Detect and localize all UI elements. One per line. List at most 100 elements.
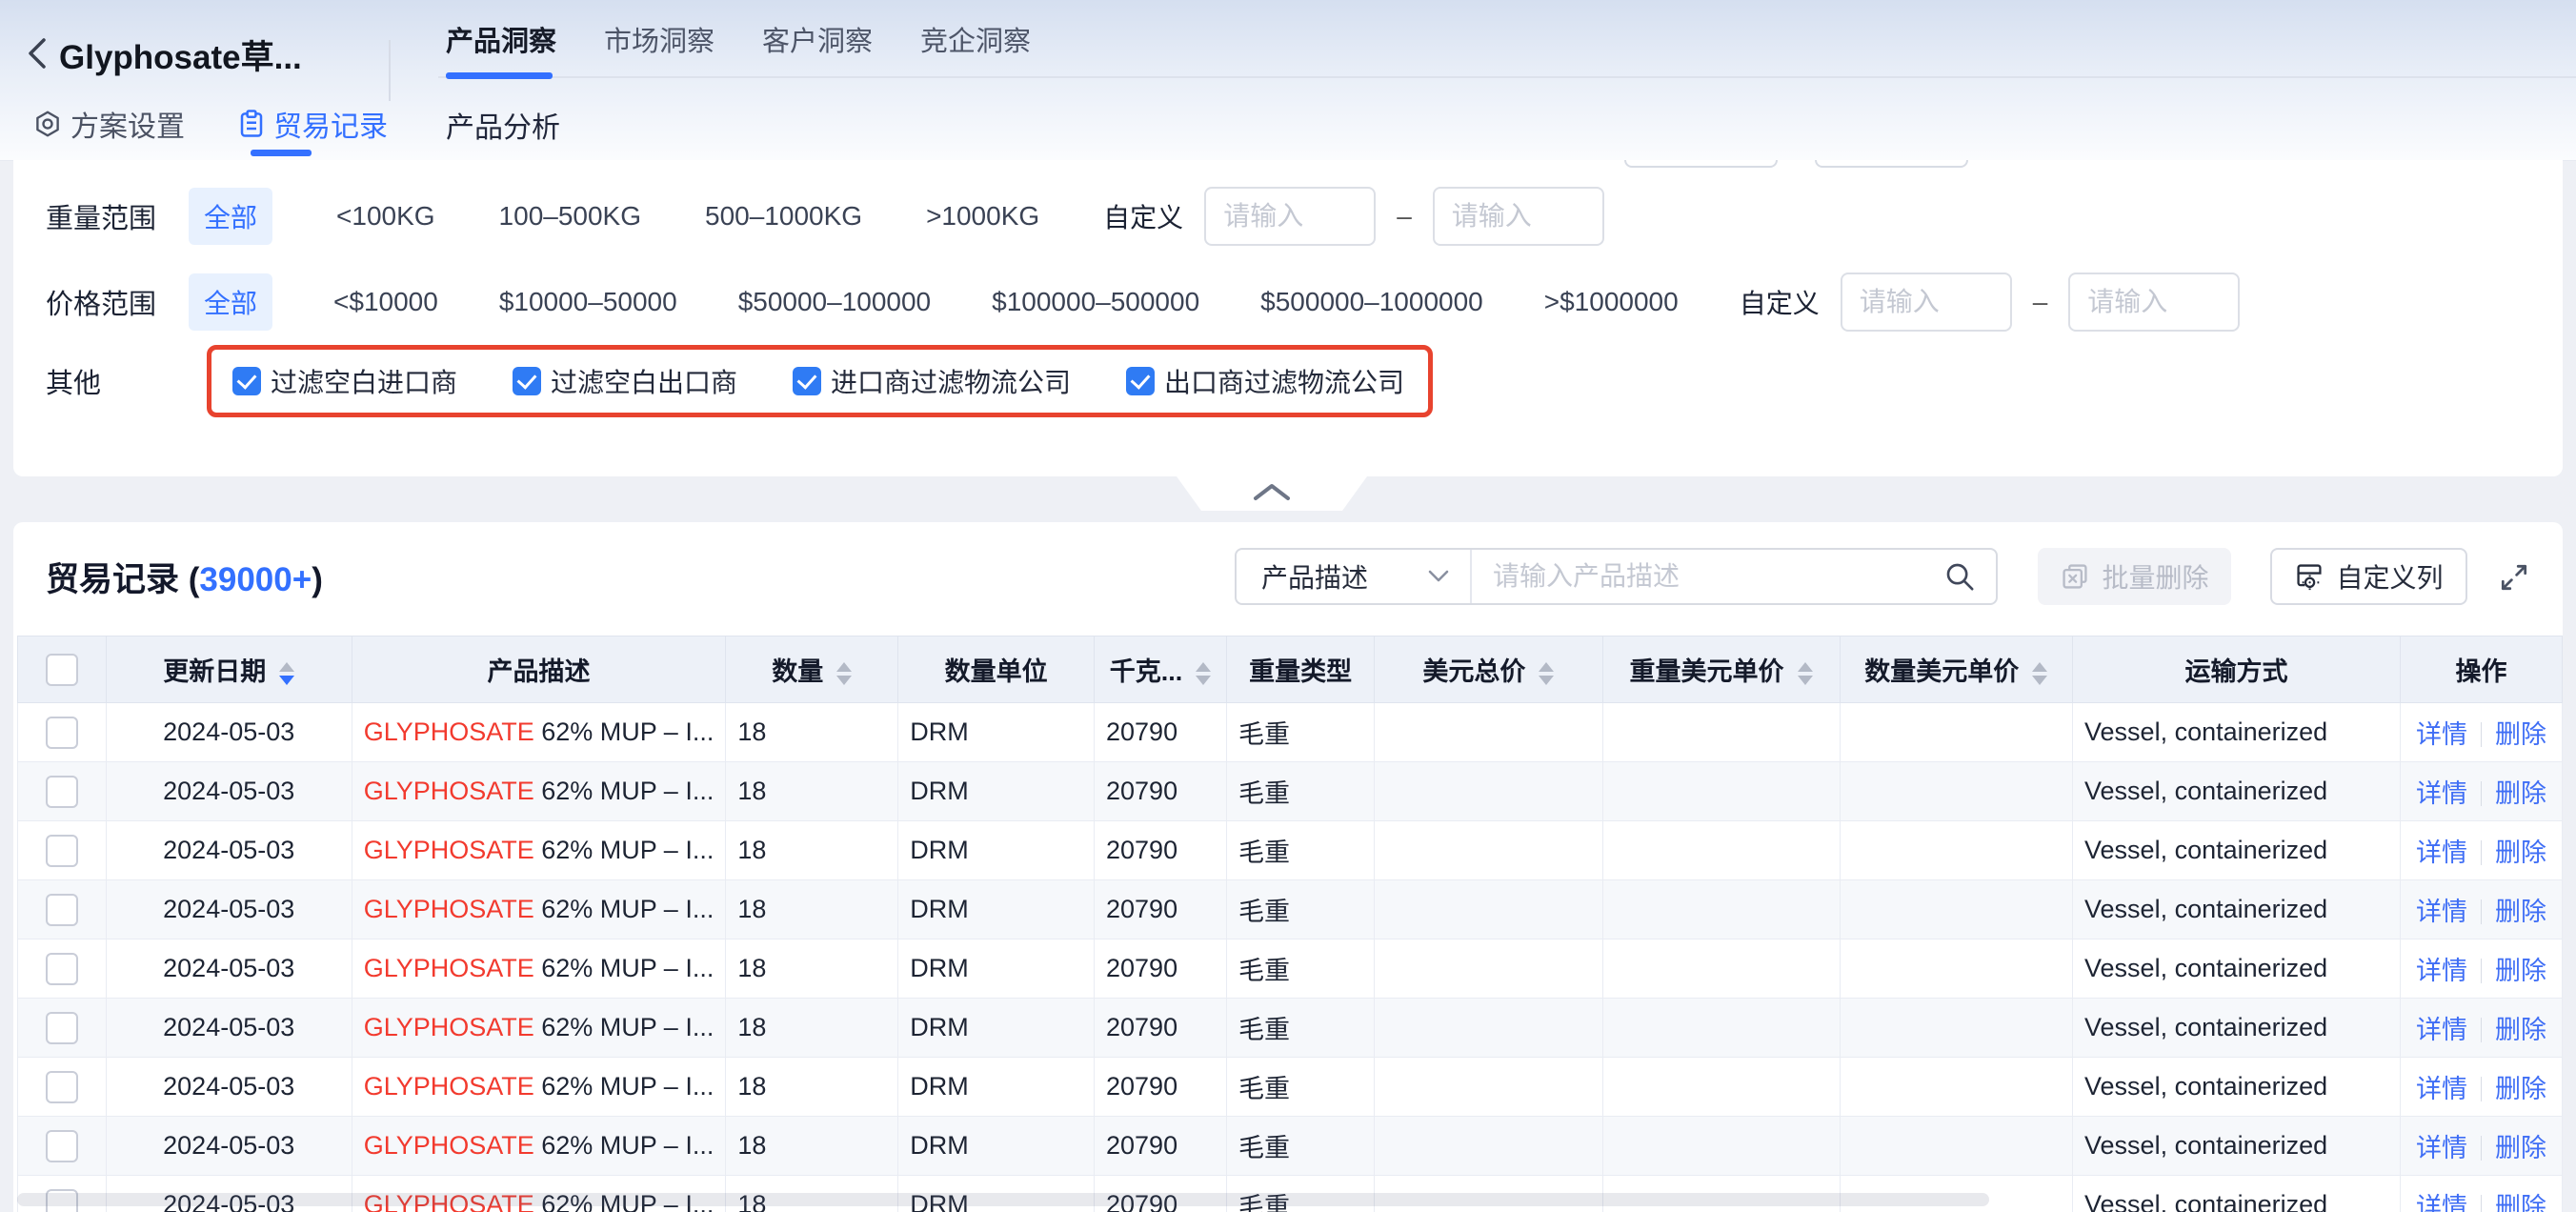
weight-range-separator: – [1397,201,1412,232]
weight-option[interactable]: <100KG [336,201,435,232]
checkbox-checked-icon[interactable] [513,367,541,395]
other-checkbox-item-0[interactable]: 过滤空白进口商 [232,362,457,400]
price-option-all[interactable]: 全部 [189,273,272,331]
row-checkbox[interactable] [46,1012,78,1044]
price-option[interactable]: $10000–50000 [499,287,677,317]
cell-weight-type: 毛重 [1227,703,1375,762]
cell-actions: 详情 删除 [2400,1176,2562,1212]
search-icon[interactable] [1942,559,1977,594]
fullscreen-icon[interactable] [2498,561,2530,594]
horizontal-scrollbar[interactable] [17,1193,1989,1206]
column-header-0[interactable]: 更新日期 [106,636,352,703]
column-label: 数量单位 [945,657,1048,686]
cell-quantity-unit: DRM [898,1058,1095,1117]
weight-option[interactable]: >1000KG [926,201,1039,232]
cell-usd-per-quantity [1840,762,2073,821]
detail-link[interactable]: 详情 [2416,957,2467,985]
clipped-input-top-2[interactable] [1815,160,1968,168]
sort-carets-icon[interactable] [836,662,852,685]
highlighted-keyword: GLYPHOSATE [364,1013,534,1041]
weight-max-input[interactable] [1433,187,1604,246]
weight-option-all[interactable]: 全部 [189,188,272,245]
row-checkbox[interactable] [46,953,78,985]
tab-trade-records[interactable]: 贸易记录 [238,103,388,145]
delete-link[interactable]: 删除 [2495,838,2546,867]
cell-actions: 详情删除 [2400,999,2562,1058]
detail-link[interactable]: 详情 [2416,898,2467,926]
weight-min-input[interactable] [1204,187,1376,246]
row-checkbox[interactable] [46,835,78,867]
cell-update-date: 2024-05-03 [106,880,352,939]
other-checkbox-item-3[interactable]: 出口商过滤物流公司 [1126,362,1404,400]
other-checkbox-item-1[interactable]: 过滤空白出口商 [513,362,737,400]
table-row: 2024-05-03GLYPHOSATE 62% MUP – I...18DRM… [18,1058,2563,1117]
row-checkbox[interactable] [46,717,78,749]
tab-scheme-settings[interactable]: 方案设置 [33,103,185,145]
sort-carets-icon[interactable] [2032,662,2047,685]
column-header-7[interactable]: 重量美元单价 [1602,636,1840,703]
back-chevron-icon[interactable] [25,34,50,72]
top-tab-3[interactable]: 竞企洞察 [920,19,1031,59]
other-checkbox-item-2[interactable]: 进口商过滤物流公司 [793,362,1071,400]
row-checkbox[interactable] [46,894,78,926]
detail-link[interactable]: 详情 [2416,1193,2467,1212]
section-title-text: 贸易记录 [46,561,179,598]
customize-columns-button[interactable]: 自定义列 [2270,548,2467,605]
delete-link[interactable]: 删除 [2495,779,2546,808]
column-header-2[interactable]: 数量 [726,636,898,703]
sort-carets-icon[interactable] [1539,662,1554,685]
delete-link[interactable]: 删除 [2495,720,2546,749]
detail-link[interactable]: 详情 [2416,1016,2467,1044]
search-field-select[interactable]: 产品描述 [1237,550,1472,603]
delete-link[interactable]: 删除 [2495,898,2546,926]
column-header-8[interactable]: 数量美元单价 [1840,636,2073,703]
price-option[interactable]: >$1000000 [1544,287,1679,317]
checkbox-checked-icon[interactable] [793,367,821,395]
other-filters-highlight-box: 过滤空白进口商 过滤空白出口商 进口商过滤物流公司 出口商过滤物流公司 [207,345,1433,417]
sort-carets-icon[interactable] [1196,662,1211,685]
sort-carets-icon[interactable] [279,662,294,685]
delete-link[interactable]: 删除 [2495,957,2546,985]
cell-update-date: 2024-05-03 [106,762,352,821]
detail-link[interactable]: 详情 [2416,1075,2467,1103]
cell-quantity: 18 [726,762,898,821]
cell-update-date: 2024-05-03 [106,703,352,762]
row-checkbox[interactable] [46,1071,78,1103]
cell-update-date: 2024-05-03 [106,939,352,999]
price-option[interactable]: $500000–1000000 [1260,287,1483,317]
delete-link[interactable]: 删除 [2495,1134,2546,1162]
checkbox-checked-icon[interactable] [1126,367,1155,395]
batch-delete-button[interactable]: 批量删除 [2038,548,2231,605]
row-checkbox[interactable] [46,1130,78,1162]
top-tab-0[interactable]: 产品洞察 [446,19,556,59]
weight-option[interactable]: 500–1000KG [705,201,862,232]
column-header-4[interactable]: 千克... [1095,636,1227,703]
cell-transport-mode: Vessel, containerized [2073,1058,2401,1117]
select-all-checkbox[interactable] [46,654,78,686]
top-tab-2[interactable]: 客户洞察 [762,19,873,59]
tab-product-analysis[interactable]: 产品分析 [446,104,560,146]
row-checkbox[interactable] [46,776,78,808]
cell-kilograms: 20790 [1095,1058,1227,1117]
clipped-input-top-1[interactable] [1624,160,1778,168]
detail-link[interactable]: 详情 [2416,838,2467,867]
chevron-up-icon[interactable] [1248,480,1296,503]
top-tab-1[interactable]: 市场洞察 [604,19,714,59]
weight-option[interactable]: 100–500KG [499,201,641,232]
sort-carets-icon[interactable] [1798,662,1813,685]
price-option[interactable]: $100000–500000 [992,287,1199,317]
delete-link[interactable]: 删除 [2495,1193,2546,1212]
delete-link[interactable]: 删除 [2495,1075,2546,1103]
price-option[interactable]: <$10000 [333,287,438,317]
search-input[interactable] [1472,561,1942,592]
price-min-input[interactable] [1841,273,2012,332]
delete-link[interactable]: 删除 [2495,1016,2546,1044]
checkbox-checked-icon[interactable] [232,367,261,395]
detail-link[interactable]: 详情 [2416,779,2467,808]
column-header-6[interactable]: 美元总价 [1375,636,1602,703]
detail-link[interactable]: 详情 [2416,1134,2467,1162]
detail-link[interactable]: 详情 [2416,720,2467,749]
price-max-input[interactable] [2068,273,2240,332]
cell-quantity-unit: DRM [898,1117,1095,1176]
price-option[interactable]: $50000–100000 [738,287,931,317]
